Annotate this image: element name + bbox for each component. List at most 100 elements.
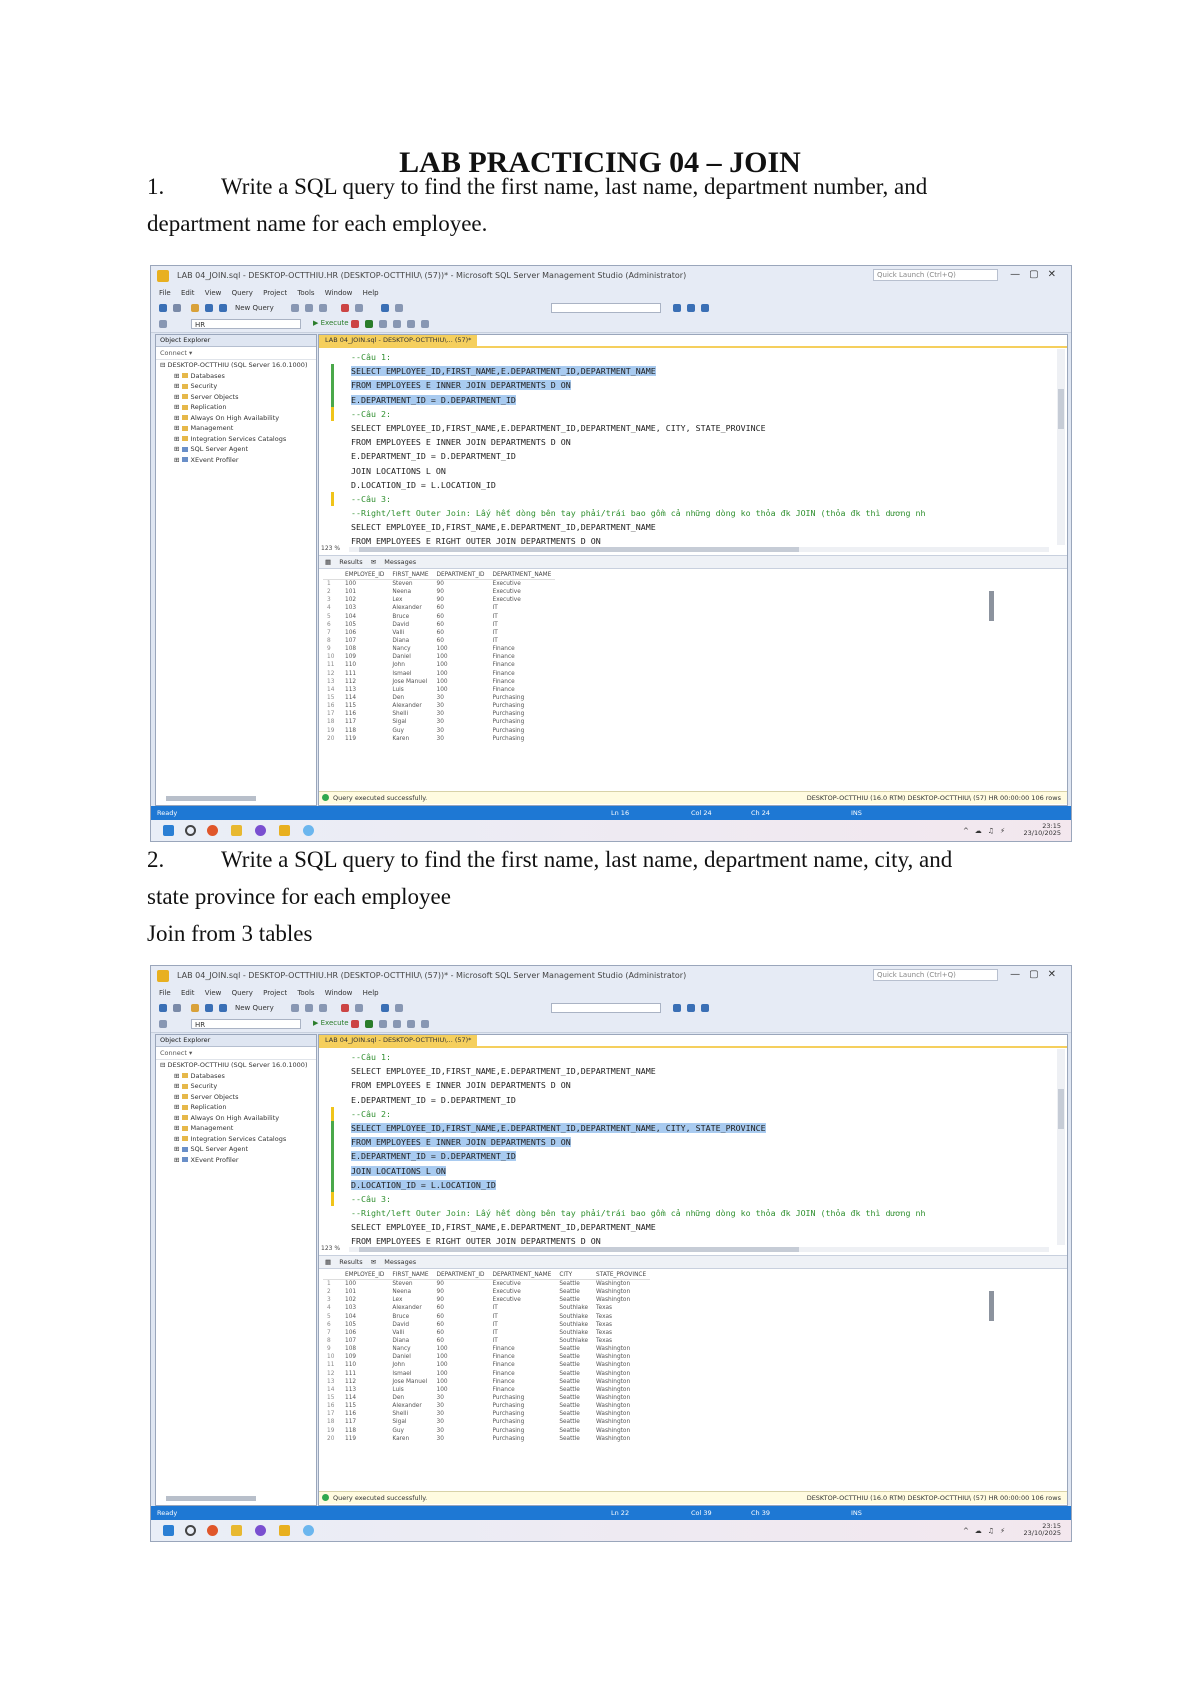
results-to-grid-icon[interactable] bbox=[379, 320, 387, 328]
solution-config-select[interactable] bbox=[551, 303, 661, 313]
table-cell[interactable]: 30 bbox=[433, 694, 489, 702]
copy-icon[interactable] bbox=[355, 1004, 363, 1012]
app-icon[interactable] bbox=[255, 825, 266, 836]
column-header[interactable]: DEPARTMENT_ID bbox=[432, 571, 489, 580]
save-icon[interactable] bbox=[205, 1004, 213, 1012]
table-cell[interactable]: Finance bbox=[489, 1361, 556, 1369]
explorer-icon[interactable] bbox=[701, 304, 709, 312]
table-cell[interactable]: 105 bbox=[341, 621, 388, 629]
table-cell[interactable]: 30 bbox=[433, 1435, 489, 1443]
menu-project[interactable]: Project bbox=[263, 989, 287, 997]
table-cell[interactable]: Nancy bbox=[388, 1345, 432, 1353]
table-cell[interactable]: IT bbox=[489, 1337, 556, 1345]
table-row[interactable]: 3 102 Lex 90 Executive Seattle Washington bbox=[323, 1296, 650, 1304]
column-header[interactable]: DEPARTMENT_NAME bbox=[488, 571, 556, 580]
table-cell[interactable]: 109 bbox=[341, 1353, 388, 1361]
table-cell[interactable]: Lex bbox=[388, 596, 432, 604]
table-cell[interactable]: 100 bbox=[433, 653, 489, 661]
table-cell[interactable]: John bbox=[388, 1361, 432, 1369]
table-cell[interactable]: 110 bbox=[341, 661, 388, 669]
table-cell[interactable]: Seattle bbox=[555, 1296, 592, 1304]
table-row[interactable]: 15 114 Den 30 Purchasing bbox=[323, 694, 555, 702]
oe-node[interactable]: ⊞ SQL Server Agent bbox=[156, 1144, 316, 1155]
table-cell[interactable]: Washington bbox=[592, 1378, 650, 1386]
table-cell[interactable]: Washington bbox=[592, 1418, 650, 1426]
menu-file[interactable]: File bbox=[159, 989, 171, 997]
table-cell[interactable]: Sigal bbox=[388, 718, 432, 726]
oe-scrollbar[interactable] bbox=[166, 1496, 256, 1501]
table-cell[interactable]: Bruce bbox=[388, 613, 432, 621]
menu-project[interactable]: Project bbox=[263, 289, 287, 297]
table-cell[interactable]: Seattle bbox=[555, 1402, 592, 1410]
query-option-icon[interactable] bbox=[305, 1004, 313, 1012]
table-cell[interactable]: 100 bbox=[433, 1386, 489, 1394]
table-row[interactable]: 18 117 Sigal 30 Purchasing Seattle Washington bbox=[323, 1418, 650, 1426]
column-header[interactable]: STATE_PROVINCE bbox=[592, 1271, 651, 1280]
table-cell[interactable]: Guy bbox=[388, 1427, 432, 1435]
oe-node[interactable]: ⊞ Databases bbox=[156, 1071, 316, 1082]
chat-icon[interactable] bbox=[303, 1525, 314, 1536]
table-cell[interactable]: 112 bbox=[341, 1378, 388, 1386]
table-cell[interactable]: David bbox=[388, 621, 432, 629]
table-cell[interactable]: Valli bbox=[388, 629, 432, 637]
menu-help[interactable]: Help bbox=[363, 989, 379, 997]
table-cell[interactable]: IT bbox=[489, 637, 556, 645]
editor-tab[interactable]: LAB 04_JOIN.sql - DESKTOP-OCTTHIU\... (5… bbox=[319, 335, 478, 346]
database-select[interactable]: HR bbox=[191, 319, 301, 329]
table-cell[interactable]: Seattle bbox=[555, 1386, 592, 1394]
table-cell[interactable]: Texas bbox=[592, 1321, 650, 1329]
table-cell[interactable]: Washington bbox=[592, 1370, 650, 1378]
table-row[interactable]: 4 103 Alexander 60 IT bbox=[323, 604, 555, 612]
sql-code[interactable]: --Câu 1: SELECT EMPLOYEE_ID,FIRST_NAME,E.… bbox=[329, 350, 1049, 548]
menu-view[interactable]: View bbox=[205, 989, 222, 997]
table-cell[interactable]: Executive bbox=[489, 1288, 556, 1296]
menu-tools[interactable]: Tools bbox=[297, 289, 314, 297]
table-cell[interactable]: Washington bbox=[592, 1280, 650, 1289]
table-cell[interactable]: Seattle bbox=[555, 1353, 592, 1361]
table-row[interactable]: 11 110 John 100 Finance bbox=[323, 661, 555, 669]
system-tray-icons[interactable]: ^☁♫⚡ bbox=[963, 827, 1011, 835]
table-row[interactable]: 16 115 Alexander 30 Purchasing bbox=[323, 702, 555, 710]
table-cell[interactable]: Purchasing bbox=[489, 1402, 556, 1410]
table-cell[interactable]: 100 bbox=[433, 1378, 489, 1386]
table-cell[interactable]: IT bbox=[489, 613, 556, 621]
table-cell[interactable]: Southlake bbox=[555, 1337, 592, 1345]
table-cell[interactable]: Jose Manuel bbox=[388, 678, 432, 686]
uncomment-icon[interactable] bbox=[407, 320, 415, 328]
forward-icon[interactable] bbox=[173, 1004, 181, 1012]
forward-icon[interactable] bbox=[173, 304, 181, 312]
table-cell[interactable]: 118 bbox=[341, 727, 388, 735]
table-cell[interactable]: 116 bbox=[341, 710, 388, 718]
table-cell[interactable]: Alexander bbox=[388, 1402, 432, 1410]
table-row[interactable]: 5 104 Bruce 60 IT Southlake Texas bbox=[323, 1313, 650, 1321]
table-row[interactable]: 11 110 John 100 Finance Seattle Washington bbox=[323, 1361, 650, 1369]
solution-config-select[interactable] bbox=[551, 1003, 661, 1013]
table-cell[interactable]: 102 bbox=[341, 1296, 388, 1304]
table-cell[interactable]: 114 bbox=[341, 694, 388, 702]
table-cell[interactable]: Sigal bbox=[388, 1418, 432, 1426]
table-cell[interactable]: John bbox=[388, 661, 432, 669]
database-select[interactable]: HR bbox=[191, 1019, 301, 1029]
oe-node[interactable]: ⊞ XEvent Profiler bbox=[156, 455, 316, 466]
table-cell[interactable]: Ismael bbox=[388, 670, 432, 678]
oe-node[interactable]: ⊞ SQL Server Agent bbox=[156, 444, 316, 455]
table-row[interactable]: 7 106 Valli 60 IT Southlake Texas bbox=[323, 1329, 650, 1337]
windows-start-icon[interactable] bbox=[163, 1525, 174, 1536]
query-option-icon[interactable] bbox=[291, 1004, 299, 1012]
table-row[interactable]: 9 108 Nancy 100 Finance bbox=[323, 645, 555, 653]
table-cell[interactable]: 30 bbox=[433, 1418, 489, 1426]
table-cell[interactable]: IT bbox=[489, 1304, 556, 1312]
table-cell[interactable]: 90 bbox=[433, 1296, 489, 1304]
table-row[interactable]: 15 114 Den 30 Purchasing Seattle Washington bbox=[323, 1394, 650, 1402]
table-cell[interactable]: Seattle bbox=[555, 1370, 592, 1378]
menu-edit[interactable]: Edit bbox=[181, 289, 195, 297]
quick-launch-input[interactable]: Quick Launch (Ctrl+Q) bbox=[873, 269, 998, 281]
object-explorer-connect[interactable]: Connect ▾ bbox=[156, 1047, 316, 1060]
table-row[interactable]: 13 112 Jose Manuel 100 Finance bbox=[323, 678, 555, 686]
back-icon[interactable] bbox=[159, 304, 167, 312]
table-cell[interactable]: 103 bbox=[341, 1304, 388, 1312]
table-row[interactable]: 14 113 Luis 100 Finance Seattle Washington bbox=[323, 1386, 650, 1394]
table-cell[interactable]: Purchasing bbox=[489, 727, 556, 735]
table-cell[interactable]: Den bbox=[388, 694, 432, 702]
table-cell[interactable]: 30 bbox=[433, 718, 489, 726]
